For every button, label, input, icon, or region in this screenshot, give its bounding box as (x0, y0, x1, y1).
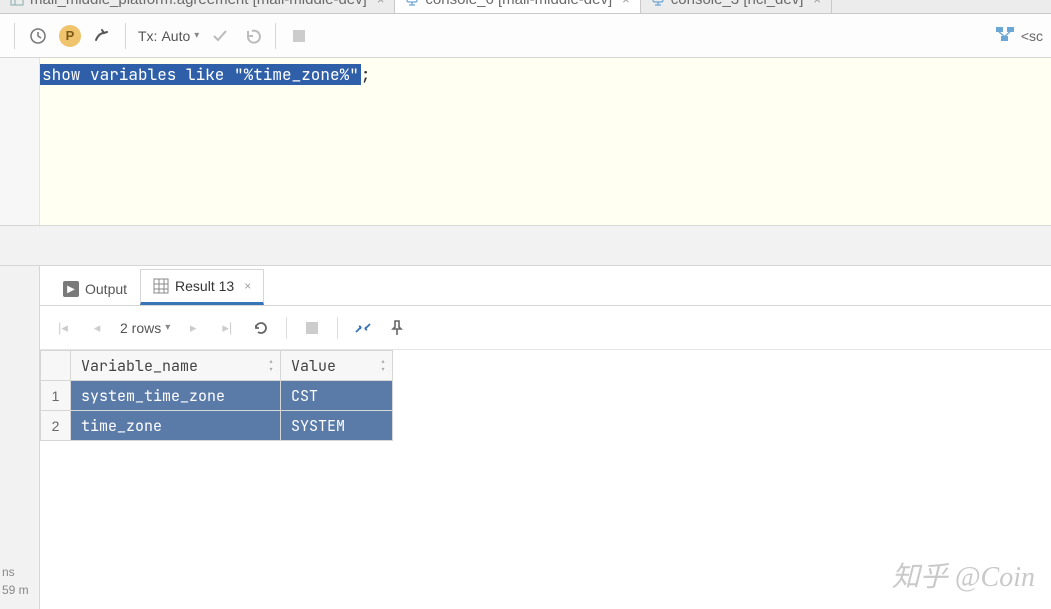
prev-page-button[interactable]: ◂ (82, 313, 112, 343)
result-tab-bar: ▶ Output Result 13 × (40, 266, 1051, 306)
cell-variable-name[interactable]: time_zone (71, 411, 281, 441)
p-icon: P (59, 25, 81, 47)
refresh-button[interactable] (246, 313, 276, 343)
column-header-variable-name[interactable]: Variable_name ▴▾ (71, 351, 281, 381)
tx-mode-value: Auto (161, 28, 190, 44)
pin-button[interactable] (382, 313, 412, 343)
header-row: Variable_name ▴▾ Value ▴▾ (41, 351, 393, 381)
console-icon (651, 0, 665, 6)
table-icon (10, 0, 24, 6)
column-label: Value (291, 356, 336, 376)
first-page-button[interactable]: |◂ (48, 313, 78, 343)
grid-icon (153, 278, 169, 294)
output-icon: ▶ (63, 281, 79, 297)
separator (14, 23, 15, 49)
tab-output[interactable]: ▶ Output (50, 272, 140, 305)
sql-editor[interactable]: show variables like "%time_zone%"; (40, 58, 1051, 225)
chevron-down-icon: ▾ (165, 322, 170, 333)
separator (275, 23, 276, 49)
console-icon (405, 0, 419, 6)
sort-icon[interactable]: ▴▾ (268, 358, 274, 374)
table-row[interactable]: 2 time_zone SYSTEM (41, 411, 393, 441)
stub-line: 59 m (0, 581, 39, 599)
chevron-down-icon: ▾ (194, 30, 199, 41)
sql-editor-pane: show variables like "%time_zone%"; (0, 58, 1051, 226)
file-tab-console6[interactable]: console_6 [mall-middle-dev] × (395, 0, 640, 13)
file-tab-label: console_6 [mall-middle-dev] (425, 0, 612, 8)
table-row[interactable]: 1 system_time_zone CST (41, 381, 393, 411)
separator (337, 317, 338, 339)
file-tab-agreement[interactable]: mall_middle_platform.agreement [mall-mid… (0, 0, 395, 13)
corner-cell (41, 351, 71, 381)
tab-label: Result 13 (175, 278, 234, 294)
result-toolbar: |◂ ◂ 2 rows ▾ ▸ ▸| (40, 306, 1051, 350)
sql-tail: ; (361, 64, 371, 85)
result-grid[interactable]: Variable_name ▴▾ Value ▴▾ 1 system_time_… (40, 350, 1051, 441)
commit-button[interactable] (205, 21, 235, 51)
last-page-button[interactable]: ▸| (212, 313, 242, 343)
file-tab-label: console_3 [hci_dev] (671, 0, 804, 8)
splitter-gap[interactable] (0, 226, 1051, 266)
schema-icon[interactable] (995, 26, 1015, 45)
row-number: 2 (41, 411, 71, 441)
stop-result-button[interactable] (297, 313, 327, 343)
results-main: ▶ Output Result 13 × |◂ ◂ 2 rows ▾ ▸ ▸| (40, 266, 1051, 609)
tab-label: Output (85, 281, 127, 297)
settings-button[interactable] (87, 21, 117, 51)
compare-button[interactable] (348, 313, 378, 343)
tab-result[interactable]: Result 13 × (140, 269, 264, 305)
sort-icon[interactable]: ▴▾ (380, 358, 386, 374)
cell-variable-name[interactable]: system_time_zone (71, 381, 281, 411)
stub-line: ns (0, 563, 39, 581)
file-tab-console3[interactable]: console_3 [hci_dev] × (641, 0, 832, 13)
results-panel: ns 59 m ▶ Output Result 13 × |◂ ◂ 2 rows (0, 266, 1051, 609)
sql-selection: show variables like "%time_zone%" (40, 64, 361, 85)
tx-mode-dropdown[interactable]: Tx: Auto ▾ (138, 28, 199, 44)
history-button[interactable] (23, 21, 53, 51)
file-tab-label: mall_middle_platform.agreement [mall-mid… (30, 0, 367, 8)
separator (125, 23, 126, 49)
next-page-button[interactable]: ▸ (178, 313, 208, 343)
close-icon[interactable]: × (377, 0, 385, 7)
code-line: show variables like "%time_zone%"; (40, 62, 1051, 86)
stop-button[interactable] (284, 21, 314, 51)
profile-badge[interactable]: P (55, 21, 85, 51)
cell-value[interactable]: SYSTEM (281, 411, 393, 441)
editor-file-tabs: mall_middle_platform.agreement [mall-mid… (0, 0, 1051, 14)
rows-count-label: 2 rows (120, 320, 161, 336)
column-header-value[interactable]: Value ▴▾ (281, 351, 393, 381)
row-number: 1 (41, 381, 71, 411)
toolbar-right: <sc (995, 26, 1043, 45)
close-icon[interactable]: × (622, 0, 630, 7)
close-icon[interactable]: × (244, 279, 251, 293)
tx-label: Tx: (138, 28, 157, 44)
right-hint: <sc (1021, 28, 1043, 44)
cell-value[interactable]: CST (281, 381, 393, 411)
left-sidebar-stub: ns 59 m (0, 266, 40, 609)
separator (286, 317, 287, 339)
rows-count-dropdown[interactable]: 2 rows ▾ (120, 320, 170, 336)
rollback-button[interactable] (237, 21, 267, 51)
editor-gutter (0, 58, 40, 225)
editor-toolbar: P Tx: Auto ▾ <sc (0, 14, 1051, 58)
column-label: Variable_name (81, 356, 198, 376)
close-icon[interactable]: × (813, 0, 821, 7)
